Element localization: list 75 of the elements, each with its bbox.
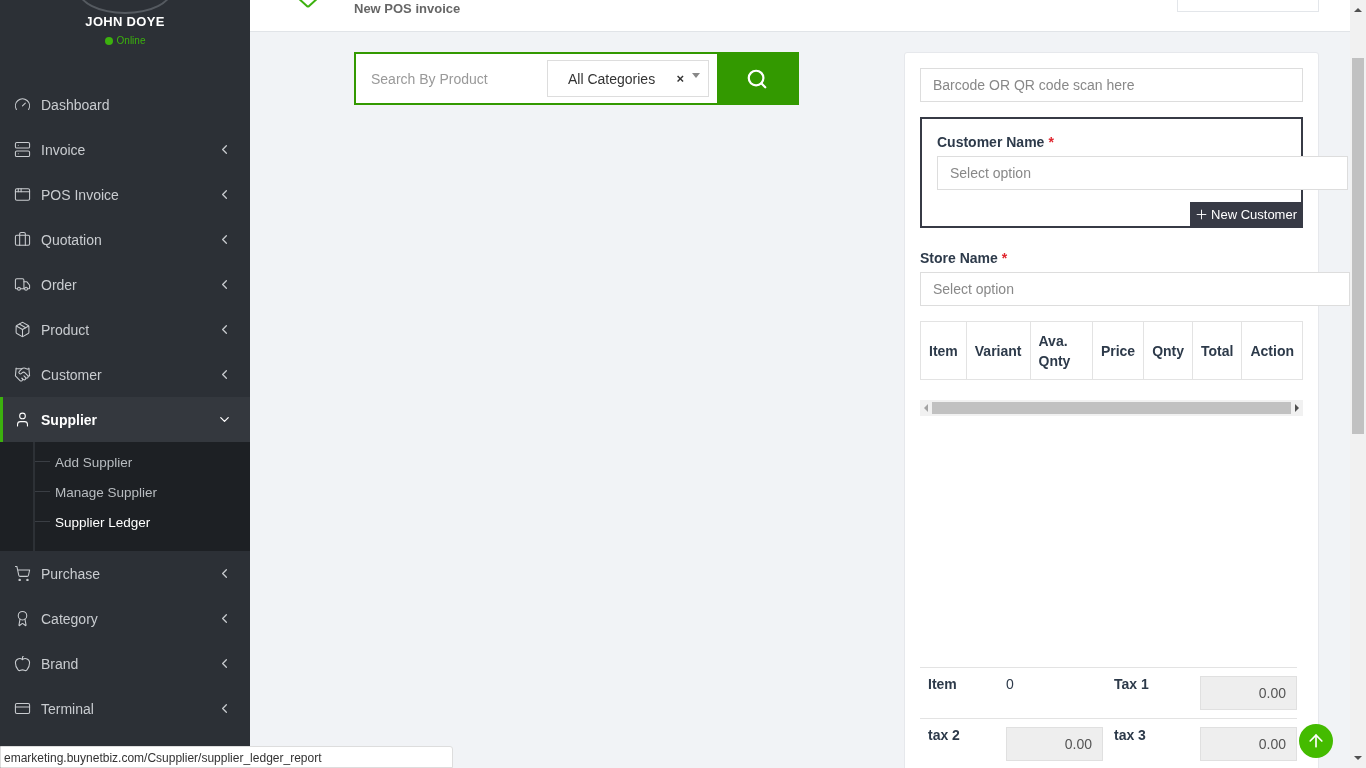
submenu-item[interactable]: Manage Supplier	[0, 477, 250, 507]
caret-icon	[692, 73, 700, 78]
required-mark: *	[1048, 134, 1054, 150]
sidebar-item[interactable]: Brand	[0, 641, 250, 686]
search-icon	[746, 67, 768, 90]
search-field[interactable]: Search By Product All Categories ×	[354, 52, 799, 105]
cart-icon	[14, 565, 31, 582]
sidebar-item[interactable]: Product	[0, 307, 250, 352]
status-url: emarketing.buynetbiz.com/Csupplier/supplier_ledger_report	[0, 746, 453, 768]
page-subtitle: New POS invoice	[354, 1, 461, 16]
scroll-top-button[interactable]	[1299, 724, 1333, 758]
sidebar-item[interactable]: Customer	[0, 352, 250, 397]
field-label: Store Name	[920, 250, 998, 266]
sidebar-label: Terminal	[41, 700, 95, 717]
sidebar-label: Supplier	[41, 411, 98, 428]
sidebar-item[interactable]: Quotation	[0, 217, 250, 262]
column-header: Total	[1192, 321, 1242, 380]
window-icon	[14, 186, 31, 203]
sidebar-label: Product	[41, 321, 91, 338]
plus-icon	[1194, 206, 1210, 222]
total-label: tax 2	[927, 727, 960, 743]
submenu-item[interactable]: Supplier Ledger	[0, 507, 250, 537]
submenu-item[interactable]: Add Supplier	[0, 447, 250, 477]
total-value: 0	[1006, 676, 1014, 692]
sidebar-label: Brand	[41, 655, 80, 672]
store-select[interactable]: Select option	[920, 272, 1350, 306]
sidebar-label: Invoice	[41, 141, 87, 158]
sidebar-label: Order	[41, 276, 78, 293]
total-label: Item	[927, 676, 957, 692]
gauge-icon	[14, 96, 31, 113]
horizontal-scrollbar[interactable]	[920, 400, 1303, 416]
truck-icon	[14, 276, 31, 293]
column-header: Item	[920, 321, 967, 380]
sidebar-item[interactable]: Category	[0, 596, 250, 641]
clear-icon[interactable]: ×	[676, 71, 684, 86]
sidebar-label: Dashboard	[41, 96, 111, 113]
sidebar-item[interactable]: POS Invoice	[0, 172, 250, 217]
card-icon	[14, 700, 31, 717]
total-label: Tax 1	[1113, 676, 1149, 692]
page-scrollbar[interactable]	[1350, 0, 1366, 768]
handshake-icon	[14, 366, 31, 383]
sidebar-item[interactable]: Dashboard	[0, 82, 250, 127]
total-field[interactable]: 0.00	[1006, 727, 1103, 761]
sidebar-label: Quotation	[41, 231, 103, 248]
total-field[interactable]: 0.00	[1200, 727, 1297, 761]
category-select[interactable]: All Categories ×	[547, 60, 709, 97]
sidebar-label: POS Invoice	[41, 186, 120, 203]
user-icon	[14, 411, 31, 428]
column-header: Price	[1092, 321, 1144, 380]
total-label: tax 3	[1113, 727, 1146, 743]
sidebar-item[interactable]: Supplier	[0, 397, 250, 442]
column-header: Variant	[966, 321, 1030, 380]
sidebar-label: Customer	[41, 366, 103, 383]
server-icon	[14, 141, 31, 158]
sidebar-item[interactable]: Invoice	[0, 127, 250, 172]
briefcase-icon	[14, 231, 31, 248]
required-mark: *	[1001, 250, 1008, 266]
barcode-field[interactable]: Barcode OR QR code scan here	[920, 68, 1303, 102]
total-field[interactable]: 0.00	[1200, 676, 1297, 710]
sidebar-item[interactable]: Purchase	[0, 551, 250, 596]
column-header: Ava. Qnty	[1030, 321, 1093, 380]
user-name: JOHN DOYE	[85, 14, 165, 29]
sidebar-item[interactable]: Order	[0, 262, 250, 307]
sidebar-label: Category	[41, 610, 99, 627]
user-status: Online	[116, 35, 146, 46]
sidebar-item[interactable]: Terminal	[0, 686, 250, 731]
customer-select[interactable]: Select option	[937, 156, 1348, 190]
field-label: Customer Name	[937, 134, 1045, 150]
new-customer-button[interactable]: New Customer	[1190, 202, 1301, 226]
column-header: Qnty	[1143, 321, 1193, 380]
apple-icon	[14, 655, 31, 672]
search-button[interactable]	[717, 54, 797, 103]
package-icon	[14, 321, 31, 338]
sidebar-label: Purchase	[41, 565, 102, 582]
column-header: Action	[1241, 321, 1303, 380]
